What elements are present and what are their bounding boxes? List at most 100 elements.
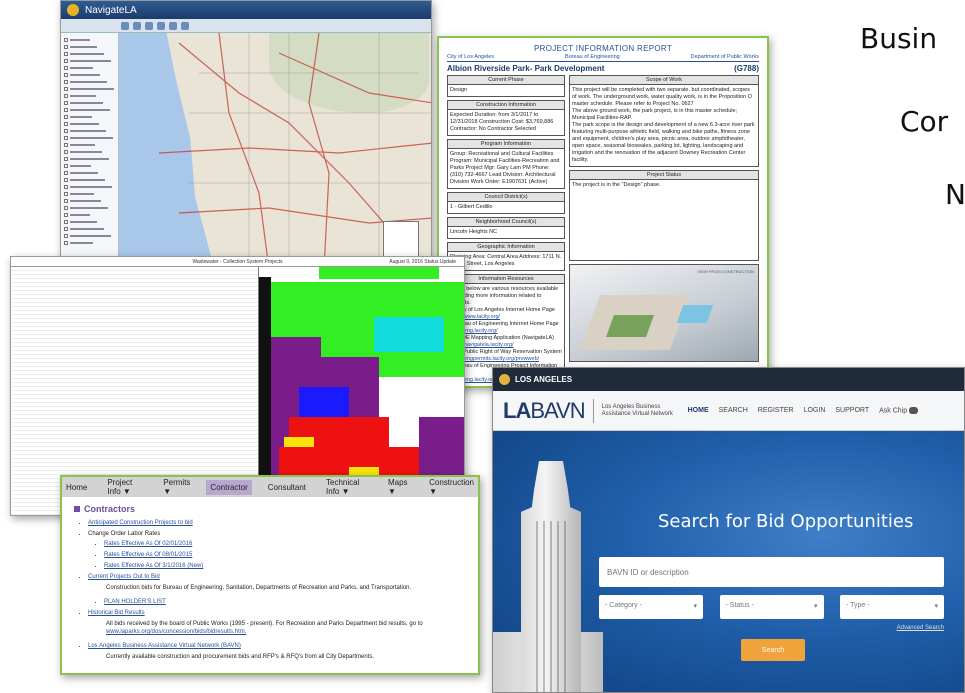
resource-2-link[interactable]: http://eng.lacity.org/ bbox=[450, 328, 562, 335]
layer-checkbox[interactable] bbox=[64, 115, 68, 119]
layer-checkbox[interactable] bbox=[64, 213, 68, 217]
layer-checkbox[interactable] bbox=[64, 80, 68, 84]
layer-row[interactable] bbox=[64, 44, 115, 50]
nav-maps[interactable]: Maps ▼ bbox=[384, 477, 413, 499]
layer-checkbox[interactable] bbox=[64, 66, 68, 70]
layer-checkbox[interactable] bbox=[64, 94, 68, 98]
link-plan-holders[interactable]: PLAN HOLDER'S LIST bbox=[104, 599, 166, 605]
layer-row[interactable] bbox=[64, 58, 115, 64]
nav-home[interactable]: Home bbox=[62, 480, 91, 495]
layer-row[interactable] bbox=[64, 121, 115, 127]
layer-row[interactable] bbox=[64, 205, 115, 211]
link-labavn[interactable]: Los Angeles Business Assistance Virtual … bbox=[88, 643, 241, 649]
labavn-logo[interactable]: LABAVN bbox=[503, 398, 586, 424]
layer-checkbox[interactable] bbox=[64, 45, 68, 49]
link-current-projects[interactable]: Current Projects Out to Bid bbox=[88, 574, 160, 580]
layer-checkbox[interactable] bbox=[64, 178, 68, 182]
layer-row[interactable] bbox=[64, 93, 115, 99]
layer-checkbox[interactable] bbox=[64, 52, 68, 56]
map-view[interactable] bbox=[119, 33, 431, 267]
nav-contractor[interactable]: Contractor bbox=[206, 479, 252, 495]
layer-checkbox[interactable] bbox=[64, 220, 68, 224]
labavn-nav-ask[interactable]: Ask Chip bbox=[879, 406, 919, 414]
layer-row[interactable] bbox=[64, 240, 115, 246]
labavn-nav-search[interactable]: SEARCH bbox=[719, 407, 748, 414]
layer-row[interactable] bbox=[64, 114, 115, 120]
labavn-nav-support[interactable]: SUPPORT bbox=[835, 407, 869, 414]
layer-checkbox[interactable] bbox=[64, 59, 68, 63]
nav-consultant[interactable]: Consultant bbox=[264, 480, 310, 495]
layer-row[interactable] bbox=[64, 86, 115, 92]
layer-checkbox[interactable] bbox=[64, 129, 68, 133]
layer-row[interactable] bbox=[64, 226, 115, 232]
layer-row[interactable] bbox=[64, 142, 115, 148]
bavn-search-input[interactable] bbox=[599, 557, 944, 587]
layer-checkbox[interactable] bbox=[64, 108, 68, 112]
resource-4-link[interactable]: http://engpermits.lacity.org/prowweb/ bbox=[450, 356, 562, 363]
layer-checkbox[interactable] bbox=[64, 150, 68, 154]
layer-checkbox[interactable] bbox=[64, 171, 68, 175]
layer-row[interactable] bbox=[64, 72, 115, 78]
nav-permits[interactable]: Permits ▼ bbox=[159, 477, 194, 499]
layer-checkbox[interactable] bbox=[64, 206, 68, 210]
link-laparks-bids[interactable]: www.laparks.org/dos/concession/bids/bidr… bbox=[106, 629, 246, 635]
zoom-out-icon[interactable] bbox=[133, 21, 141, 30]
link-anticipated-projects[interactable]: Anticipated Construction Projects to bid bbox=[88, 520, 193, 526]
layer-checkbox[interactable] bbox=[64, 241, 68, 245]
link-rate-3[interactable]: Rates Effective As Of 3/1/2016 (New) bbox=[104, 563, 203, 569]
link-rate-2[interactable]: Rates Effective As Of 08/01/2015 bbox=[104, 552, 192, 558]
layer-row[interactable] bbox=[64, 149, 115, 155]
link-rate-1[interactable]: Rates Effective As Of 02/01/2016 bbox=[104, 541, 192, 547]
print-icon[interactable] bbox=[181, 21, 189, 30]
labavn-nav-login[interactable]: LOGIN bbox=[804, 407, 826, 414]
layer-checkbox[interactable] bbox=[64, 122, 68, 126]
category-select[interactable]: - Category - ▾ bbox=[599, 595, 703, 619]
measure-icon[interactable] bbox=[169, 21, 177, 30]
layer-checkbox[interactable] bbox=[64, 192, 68, 196]
layer-row[interactable] bbox=[64, 177, 115, 183]
resource-3-link[interactable]: http://navigatela.lacity.org/ bbox=[450, 342, 562, 349]
resource-1-link[interactable]: http://www.lacity.org/ bbox=[450, 314, 562, 321]
layer-checkbox[interactable] bbox=[64, 227, 68, 231]
layer-row[interactable] bbox=[64, 184, 115, 190]
layer-checkbox[interactable] bbox=[64, 101, 68, 105]
layer-row[interactable] bbox=[64, 100, 115, 106]
layer-row[interactable] bbox=[64, 219, 115, 225]
pan-icon[interactable] bbox=[145, 21, 153, 30]
labavn-nav-register[interactable]: REGISTER bbox=[758, 407, 794, 414]
map-inset-overview[interactable] bbox=[383, 221, 419, 257]
labavn-nav-home[interactable]: HOME bbox=[688, 407, 709, 414]
search-button[interactable]: Search bbox=[741, 639, 805, 661]
layer-checkbox[interactable] bbox=[64, 38, 68, 42]
layer-checkbox[interactable] bbox=[64, 234, 68, 238]
layer-checkbox[interactable] bbox=[64, 87, 68, 91]
layer-row[interactable] bbox=[64, 51, 115, 57]
layer-row[interactable] bbox=[64, 198, 115, 204]
layer-checkbox[interactable] bbox=[64, 73, 68, 77]
advanced-search-link[interactable]: Advanced Search bbox=[897, 625, 944, 631]
type-select[interactable]: - Type - ▾ bbox=[840, 595, 944, 619]
link-historical-bids[interactable]: Historical Bid Results bbox=[88, 610, 145, 616]
layer-checkbox[interactable] bbox=[64, 199, 68, 203]
layer-checkbox[interactable] bbox=[64, 157, 68, 161]
status-select[interactable]: - Status - ▾ bbox=[719, 595, 824, 619]
nav-construction[interactable]: Construction ▼ bbox=[425, 477, 478, 499]
layer-row[interactable] bbox=[64, 156, 115, 162]
layer-row[interactable] bbox=[64, 79, 115, 85]
layer-row[interactable] bbox=[64, 212, 115, 218]
layer-checkbox[interactable] bbox=[64, 143, 68, 147]
zoom-in-icon[interactable] bbox=[121, 21, 129, 30]
layer-row[interactable] bbox=[64, 170, 115, 176]
nav-technical-info[interactable]: Technical Info ▼ bbox=[322, 477, 372, 499]
identify-icon[interactable] bbox=[157, 21, 165, 30]
layer-row[interactable] bbox=[64, 191, 115, 197]
layer-checkbox[interactable] bbox=[64, 136, 68, 140]
layer-row[interactable] bbox=[64, 135, 115, 141]
layer-row[interactable] bbox=[64, 163, 115, 169]
layer-checkbox[interactable] bbox=[64, 164, 68, 168]
nav-project-info[interactable]: Project Info ▼ bbox=[103, 477, 147, 499]
layer-row[interactable] bbox=[64, 37, 115, 43]
layer-row[interactable] bbox=[64, 128, 115, 134]
layer-checkbox[interactable] bbox=[64, 185, 68, 189]
layer-row[interactable] bbox=[64, 65, 115, 71]
